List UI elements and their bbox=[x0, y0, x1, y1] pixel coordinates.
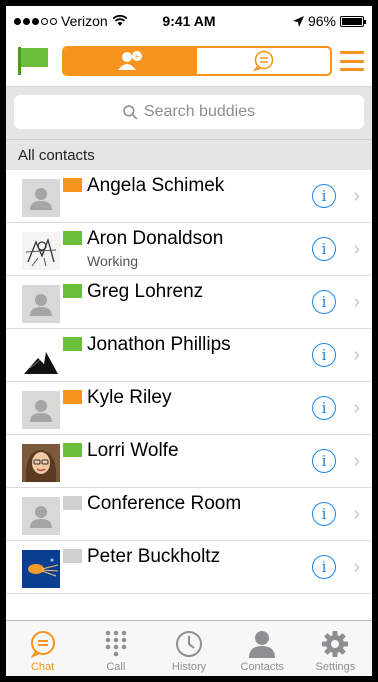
presence-flag-icon bbox=[63, 549, 82, 563]
chevron-right-icon: › bbox=[353, 185, 360, 207]
person-icon bbox=[249, 631, 276, 658]
info-icon[interactable]: i bbox=[312, 237, 336, 261]
contact-name: Greg Lohrenz bbox=[87, 281, 204, 302]
battery-icon bbox=[340, 15, 366, 27]
avatar bbox=[22, 232, 60, 270]
contact-name: Peter Buckholtz bbox=[87, 546, 221, 567]
tab-contacts[interactable]: Contacts bbox=[226, 621, 299, 676]
chats-segment[interactable] bbox=[197, 48, 330, 74]
contact-name: Lorri Wolfe bbox=[87, 440, 179, 461]
tab-label-history: History bbox=[171, 661, 207, 673]
contact-name: Conference Room bbox=[87, 493, 242, 514]
info-icon[interactable]: i bbox=[312, 555, 336, 579]
add-buddy-icon: + bbox=[117, 51, 142, 70]
chevron-right-icon: › bbox=[353, 450, 360, 472]
search-bar: Search buddies bbox=[6, 87, 372, 139]
chevron-right-icon: › bbox=[353, 291, 360, 313]
avatar bbox=[22, 179, 60, 217]
avatar bbox=[22, 391, 60, 429]
contact-row[interactable]: Angela Schimek i › bbox=[6, 170, 372, 223]
contact-name: Angela Schimek bbox=[87, 175, 225, 196]
contact-row[interactable]: Aron Donaldson Working i › bbox=[6, 223, 372, 276]
presence-flag-icon[interactable] bbox=[16, 45, 50, 77]
phone-screen: Verizon 9:41 AM 96% + Search buddies All… bbox=[6, 6, 372, 676]
nav-bar: + bbox=[6, 36, 372, 87]
info-icon[interactable]: i bbox=[312, 290, 336, 314]
info-icon[interactable]: i bbox=[312, 449, 336, 473]
contact-status: Working bbox=[87, 253, 139, 269]
chevron-right-icon: › bbox=[353, 556, 360, 578]
contact-row[interactable]: Jonathon Phillips i › bbox=[6, 329, 372, 382]
keypad-icon bbox=[105, 630, 127, 657]
tab-chat[interactable]: Chat bbox=[6, 621, 79, 676]
chevron-right-icon: › bbox=[353, 503, 360, 525]
wifi-icon bbox=[112, 15, 128, 26]
gear-icon bbox=[322, 631, 349, 657]
presence-flag-icon bbox=[63, 284, 82, 298]
presence-flag-icon bbox=[63, 178, 82, 192]
contact-row[interactable]: Peter Buckholtz i › bbox=[6, 541, 372, 594]
tab-label-call: Call bbox=[106, 661, 126, 673]
contacts-segment[interactable]: + bbox=[64, 48, 197, 74]
status-bar: Verizon 9:41 AM 96% bbox=[6, 6, 372, 36]
info-icon[interactable]: i bbox=[312, 396, 336, 420]
avatar bbox=[22, 497, 60, 535]
tab-settings[interactable]: Settings bbox=[299, 621, 372, 676]
contact-row[interactable]: Conference Room i › bbox=[6, 488, 372, 541]
info-icon[interactable]: i bbox=[312, 343, 336, 367]
chevron-right-icon: › bbox=[353, 397, 360, 419]
presence-flag-icon bbox=[63, 443, 82, 457]
contact-name: Jonathon Phillips bbox=[87, 334, 231, 355]
contact-name: Aron Donaldson bbox=[87, 228, 224, 249]
contact-row[interactable]: Kyle Riley i › bbox=[6, 382, 372, 435]
battery-percent: 96% bbox=[307, 13, 336, 29]
presence-flag-icon bbox=[63, 231, 82, 245]
search-placeholder: Search buddies bbox=[143, 103, 256, 120]
carrier-label: Verizon bbox=[61, 13, 108, 29]
avatar bbox=[22, 550, 60, 588]
search-icon bbox=[123, 104, 138, 119]
avatar bbox=[22, 338, 60, 376]
contact-row[interactable]: Greg Lohrenz i › bbox=[6, 276, 372, 329]
chevron-right-icon: › bbox=[353, 238, 360, 260]
search-input[interactable]: Search buddies bbox=[14, 95, 364, 129]
info-icon[interactable]: i bbox=[312, 502, 336, 526]
presence-flag-icon bbox=[63, 496, 82, 510]
signal-icon bbox=[14, 17, 57, 25]
chevron-right-icon: › bbox=[353, 344, 360, 366]
presence-flag-icon bbox=[63, 390, 82, 404]
tab-label-settings: Settings bbox=[315, 661, 356, 673]
chat-icon bbox=[30, 631, 55, 658]
tab-call[interactable]: Call bbox=[79, 621, 152, 676]
contact-list: Angela Schimek i › Aron Donaldson Working i › G… bbox=[6, 170, 372, 594]
clock-icon bbox=[176, 631, 202, 657]
presence-flag-icon bbox=[63, 337, 82, 351]
section-header: All contacts bbox=[6, 139, 372, 170]
avatar bbox=[22, 285, 60, 323]
tab-label-chat: Chat bbox=[30, 661, 55, 673]
contact-row[interactable]: Lorri Wolfe i › bbox=[6, 435, 372, 488]
view-segmented-control: + bbox=[62, 46, 332, 76]
contact-name: Kyle Riley bbox=[87, 387, 172, 408]
tab-bar: Chat Call History Contacts Settings bbox=[6, 620, 372, 676]
svg-text:+: + bbox=[134, 52, 139, 61]
tab-history[interactable]: History bbox=[152, 621, 225, 676]
info-icon[interactable]: i bbox=[312, 184, 336, 208]
section-title: All contacts bbox=[18, 146, 95, 164]
avatar bbox=[22, 444, 60, 482]
chat-bubble-icon bbox=[252, 50, 273, 72]
location-arrow-icon bbox=[292, 15, 304, 27]
menu-icon[interactable] bbox=[340, 51, 364, 71]
tab-label-contacts: Contacts bbox=[240, 661, 284, 673]
